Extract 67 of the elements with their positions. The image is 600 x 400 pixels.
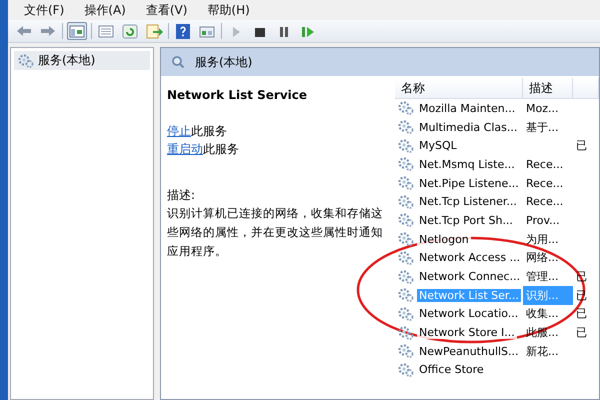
service-name[interactable]: Network Locatio...	[417, 307, 520, 320]
table-cell-text: 管理...	[525, 269, 560, 286]
column-header[interactable]: 名称	[395, 78, 523, 98]
menu-item[interactable]: 帮助(H)	[207, 2, 250, 18]
gear-icon	[398, 344, 414, 358]
service-name[interactable]: Net.Tcp Port Sh...	[417, 214, 515, 227]
action-text: 停止此服务	[167, 123, 228, 140]
column-header[interactable]: 描述	[523, 78, 573, 98]
export-icon	[145, 22, 163, 40]
gear-icon	[398, 101, 414, 116]
gear-icon	[18, 54, 34, 68]
properties-icon	[97, 22, 115, 40]
table-cell-text: Prov...	[525, 212, 561, 229]
gear-icon	[398, 138, 414, 153]
gear-icon	[398, 232, 414, 246]
table-cell-text: Rece...	[525, 156, 564, 173]
action-link[interactable]: 重启动	[167, 142, 203, 156]
service-name[interactable]: Multimedia Clas...	[417, 120, 520, 134]
menu-item[interactable]: 操作(A)	[84, 2, 126, 18]
service-name[interactable]: Network Store I...	[417, 326, 517, 340]
service-name[interactable]: Net.Pipe Listene...	[417, 176, 521, 190]
service-name[interactable]: MySQL	[417, 139, 459, 152]
gear-icon	[398, 306, 414, 321]
table-cell-text: 基于...	[525, 120, 560, 136]
gear-icon	[398, 157, 414, 172]
refresh-icon	[121, 22, 139, 40]
table-cell-text: 收集...	[525, 306, 560, 322]
table-cell-text: 为用...	[525, 232, 560, 248]
gear-icon	[398, 176, 414, 190]
panel-toggle-icon	[68, 22, 86, 40]
panel-toggle-button[interactable]	[67, 22, 87, 40]
gear-icon	[398, 270, 414, 284]
service-name[interactable]: Netlogon	[417, 232, 471, 246]
table-cell-text: Rece...	[525, 176, 564, 192]
search-icon	[171, 55, 185, 69]
service-title: Network List Service	[167, 88, 308, 102]
gear-icon	[398, 213, 414, 228]
table-cell-text: Rece...	[525, 194, 564, 210]
service-name[interactable]: Net.Tcp Listener...	[417, 195, 519, 208]
service-name[interactable]: Office Store	[417, 363, 486, 376]
table-cell-text: 已	[575, 325, 588, 342]
menu-item[interactable]: 查看(V)	[146, 2, 188, 18]
description-label: 描述:	[167, 187, 196, 204]
tree-item[interactable]: 服务(本地)	[14, 51, 150, 70]
menu-item[interactable]: 文件(F)	[24, 2, 64, 18]
gear-icon	[398, 120, 414, 134]
gear-icon	[398, 362, 414, 377]
gear-icon	[398, 326, 414, 340]
pane-title: 服务(本地)	[195, 54, 252, 70]
table-cell-text: 网络...	[525, 250, 560, 266]
gear-icon	[398, 194, 414, 209]
export-button[interactable]	[144, 22, 164, 40]
service-name[interactable]: Mozilla Mainten...	[417, 102, 518, 115]
gear-icon	[398, 288, 414, 302]
gear-icon	[398, 250, 414, 265]
help-button[interactable]	[173, 22, 193, 40]
action-text: 重启动此服务	[167, 141, 240, 158]
table-cell: 识别...	[523, 286, 573, 305]
table-cell-text: Moz...	[525, 100, 560, 117]
table-cell-text: 已	[575, 306, 588, 322]
service-name[interactable]: Net.Msmq Liste...	[417, 158, 517, 171]
table-cell-text: 已	[575, 138, 588, 154]
table-cell-text: 新花...	[525, 344, 560, 360]
help-icon	[174, 22, 192, 40]
refresh-button[interactable]	[120, 22, 140, 40]
description-text: 识别计算机已连接的网络，收集和存储这些网络的属性，并在更改这些属性时通知应用程序。	[167, 205, 384, 260]
action-link[interactable]: 停止	[167, 124, 191, 138]
